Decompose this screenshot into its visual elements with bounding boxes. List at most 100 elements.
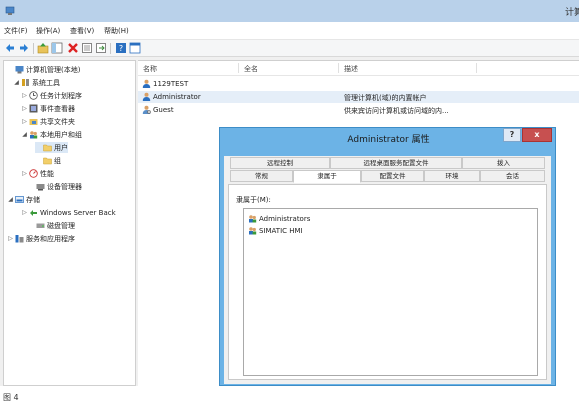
tree-item-disk-management[interactable]: 磁盘管理 [28, 220, 75, 231]
show-hide-tree-icon[interactable] [51, 42, 63, 54]
group-name: Administrators [259, 214, 311, 223]
tree-item-local-users-groups[interactable]: ◢ 本地用户和组 [21, 129, 82, 140]
dialog-body: 远程控制 远程桌面服务配置文件 拨入 常规 隶属于 配置文件 环境 会话 隶属于… [224, 156, 551, 384]
up-icon[interactable] [37, 42, 49, 54]
collapse-arrow-icon[interactable]: ◢ [7, 196, 14, 203]
tree-item-system-tools[interactable]: ◢ 系统工具 [13, 77, 60, 88]
table-row[interactable]: Administrator 管理计算机(域)的内置帐户 [138, 91, 579, 103]
menu-help[interactable]: 帮助(H) [104, 26, 129, 36]
services-icon [15, 235, 24, 243]
computer-management-window: 计算 文件(F) 操作(A) 查看(V) 帮助(H) ? 计算机管理(本地) ◢… [0, 0, 579, 386]
tree-item-event-viewer[interactable]: ▷ 事件查看器 [21, 103, 75, 114]
user-description: 管理计算机(域)的内置帐户 [344, 94, 427, 102]
tree-item-label: 设备管理器 [47, 182, 82, 191]
tree-item-label: 存储 [26, 195, 40, 204]
collapse-arrow-icon[interactable]: ◢ [13, 79, 20, 86]
tree-item-label: 任务计划程序 [40, 91, 82, 100]
expand-arrow-icon[interactable]: ▷ [21, 209, 28, 216]
table-row[interactable]: 1129TEST [138, 78, 579, 90]
export-icon[interactable] [95, 42, 107, 54]
tab-remote-desktop-profile[interactable]: 远程桌面服务配置文件 [330, 157, 462, 169]
users-icon [30, 131, 38, 139]
expand-arrow-icon[interactable]: ▷ [21, 170, 28, 177]
close-button[interactable]: x [522, 128, 552, 142]
tree-item-services-applications[interactable]: ▷ 服务和应用程序 [7, 233, 75, 244]
tree-item-label: 本地用户和组 [40, 130, 82, 139]
tree-item-computer-management[interactable]: 计算机管理(本地) [7, 64, 80, 75]
storage-icon [15, 196, 24, 203]
properties-icon[interactable] [81, 42, 93, 54]
tree-item-label: 计算机管理(本地) [26, 65, 81, 74]
table-row[interactable]: Guest 供来宾访问计算机或访问域的内... [138, 104, 579, 116]
tree-item-label: 事件查看器 [40, 104, 75, 113]
title-bar[interactable]: 计算 [0, 0, 579, 22]
menu-view[interactable]: 查看(V) [70, 26, 94, 36]
user-description: 供来宾访问计算机或访问域的内... [344, 107, 449, 115]
tab-environment[interactable]: 环境 [424, 170, 480, 182]
column-header-description[interactable]: 描述 [344, 64, 358, 74]
expand-arrow-icon[interactable]: ▷ [21, 118, 28, 125]
list-item[interactable]: SIMATIC HMI [247, 225, 303, 236]
group-membership-list[interactable]: Administrators SIMATIC HMI [243, 208, 538, 376]
column-header-name[interactable]: 名称 [143, 64, 157, 74]
back-icon[interactable] [4, 42, 16, 54]
group-name: SIMATIC HMI [259, 226, 303, 235]
computer-management-icon [15, 66, 24, 74]
tree-item-label: 用户 [54, 143, 68, 152]
tree-item-shared-folders[interactable]: ▷ 共享文件夹 [21, 116, 75, 127]
delete-icon[interactable] [67, 42, 79, 54]
tab-general[interactable]: 常规 [230, 170, 293, 182]
tree-item-users[interactable]: 用户 [35, 142, 68, 153]
tools-icon [22, 79, 29, 86]
toolbar-separator [33, 43, 34, 54]
tree-item-windows-server-backup[interactable]: ▷ Windows Server Back [21, 207, 116, 218]
disabled-user-icon [142, 105, 151, 114]
device-manager-icon [36, 184, 45, 191]
svg-text:?: ? [119, 44, 123, 53]
tree-item-groups[interactable]: 组 [35, 155, 61, 166]
toolbar-separator [110, 43, 111, 54]
user-icon [142, 79, 151, 88]
tree-item-storage[interactable]: ◢ 存储 [7, 194, 40, 205]
tree-item-device-manager[interactable]: 设备管理器 [28, 181, 82, 192]
performance-icon [29, 169, 38, 178]
tab-profile[interactable]: 配置文件 [361, 170, 424, 182]
mmc-icon[interactable] [129, 42, 141, 54]
expand-arrow-icon[interactable]: ▷ [21, 92, 28, 99]
tab-remote-control[interactable]: 远程控制 [230, 157, 330, 169]
column-divider[interactable] [338, 63, 339, 73]
tab-dial-in[interactable]: 拨入 [462, 157, 545, 169]
collapse-arrow-icon[interactable]: ◢ [21, 131, 28, 138]
menu-action[interactable]: 操作(A) [36, 26, 60, 36]
help-icon[interactable]: ? [115, 42, 127, 54]
forward-icon[interactable] [18, 42, 30, 54]
tab-sessions[interactable]: 会话 [480, 170, 545, 182]
column-header-fullname[interactable]: 全名 [244, 64, 258, 74]
disk-icon [36, 223, 45, 228]
tree-item-performance[interactable]: ▷ 性能 [21, 168, 54, 179]
tree-item-label: 服务和应用程序 [26, 234, 75, 243]
help-button[interactable]: ? [503, 128, 521, 142]
folder-icon [43, 157, 52, 165]
list-item[interactable]: Administrators [247, 213, 310, 224]
tree-item-label: 组 [54, 156, 61, 165]
column-divider[interactable] [238, 63, 239, 73]
administrator-properties-dialog: Administrator 属性 ? x 远程控制 远程桌面服务配置文件 拨入 … [219, 127, 556, 386]
tree-item-label: Windows Server Back [40, 208, 116, 217]
clock-icon [29, 91, 38, 100]
backup-icon [30, 210, 37, 216]
window-title: 计算 [565, 8, 579, 18]
tab-member-of[interactable]: 隶属于 [293, 170, 361, 183]
expand-arrow-icon[interactable]: ▷ [7, 235, 14, 242]
expand-arrow-icon[interactable]: ▷ [21, 105, 28, 112]
member-of-panel: 隶属于(M): Administrators SIMATIC HMI [228, 184, 547, 380]
tree-item-label: 性能 [40, 169, 54, 178]
tree-item-label: 磁盘管理 [47, 221, 75, 230]
tree-item-task-scheduler[interactable]: ▷ 任务计划程序 [21, 90, 82, 101]
menu-file[interactable]: 文件(F) [4, 26, 28, 36]
menu-bar: 文件(F) 操作(A) 查看(V) 帮助(H) [0, 22, 579, 40]
user-icon [142, 92, 151, 101]
tree-item-label: 共享文件夹 [40, 117, 75, 126]
column-divider[interactable] [476, 63, 477, 73]
navigation-tree: 计算机管理(本地) ◢ 系统工具 ▷ 任务计划程序 ▷ 事件查看器 ▷ 共享文件… [3, 60, 136, 386]
